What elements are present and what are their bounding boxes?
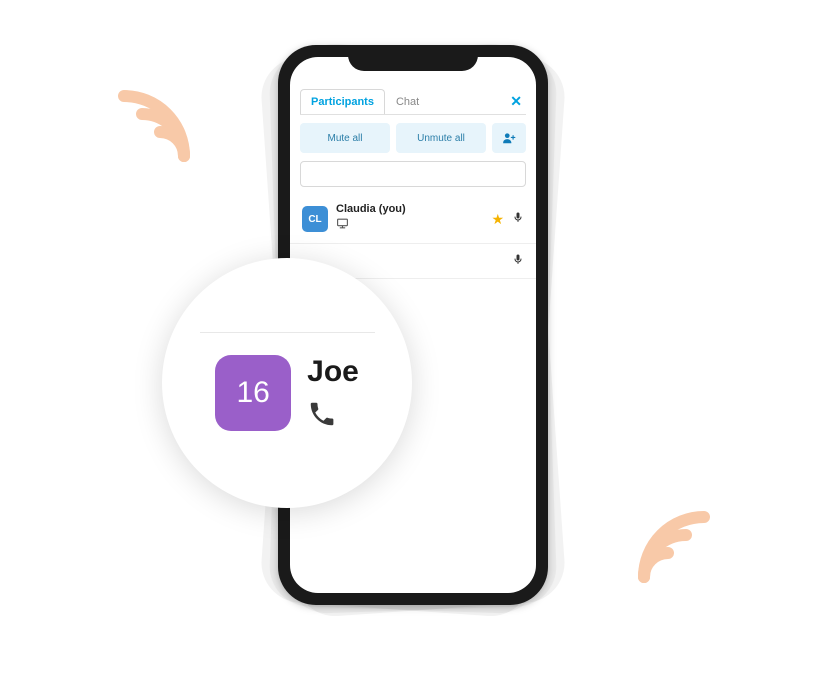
- zoom-detail-bubble: 16 Joe: [162, 258, 412, 508]
- mute-all-button[interactable]: Mute all: [300, 123, 390, 153]
- avatar: CL: [302, 206, 328, 232]
- participant-name: Claudia (you): [336, 203, 483, 215]
- tab-bar: Participants Chat ✕: [290, 85, 536, 114]
- search-input[interactable]: [300, 161, 526, 187]
- participant-name: Joe: [307, 355, 359, 389]
- tab-chat[interactable]: Chat: [385, 89, 430, 114]
- desktop-icon: [336, 217, 483, 235]
- signal-arcs-icon: [608, 481, 728, 601]
- participant-info: Joe: [307, 355, 359, 434]
- tab-participants[interactable]: Participants: [300, 89, 385, 114]
- add-user-icon: [502, 131, 516, 145]
- search-container: [290, 161, 536, 195]
- divider: [200, 332, 375, 333]
- participant-row[interactable]: CL Claudia (you) ★: [290, 195, 536, 244]
- mic-icon[interactable]: [512, 210, 524, 228]
- signal-arcs-icon: [100, 60, 220, 180]
- host-star-icon: ★: [491, 211, 504, 228]
- phone-icon: [307, 399, 359, 434]
- avatar: 16: [215, 355, 291, 431]
- unmute-all-button[interactable]: Unmute all: [396, 123, 486, 153]
- mic-icon[interactable]: [512, 252, 524, 270]
- participant-info: Claudia (you): [336, 203, 483, 235]
- add-participant-button[interactable]: [492, 123, 526, 153]
- action-bar: Mute all Unmute all: [290, 115, 536, 161]
- phone-notch: [348, 45, 478, 71]
- close-icon[interactable]: ✕: [506, 89, 526, 114]
